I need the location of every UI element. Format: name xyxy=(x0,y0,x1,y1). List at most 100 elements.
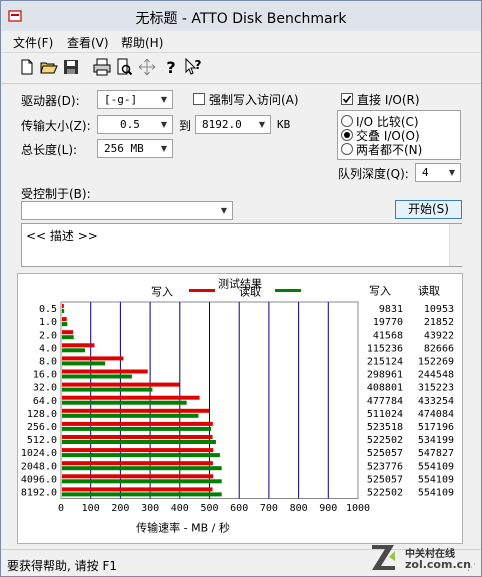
read-bar xyxy=(62,440,216,444)
read-bar xyxy=(62,374,132,379)
write-bar xyxy=(62,435,213,439)
resize-grip-icon[interactable]: ⋰ xyxy=(467,563,479,575)
save-icon[interactable] xyxy=(61,57,81,77)
read-value-label: 10953 xyxy=(424,304,454,315)
chevron-down-icon: ▼ xyxy=(160,95,168,104)
y-tick-label: 2048.0 xyxy=(21,461,57,472)
context-help-icon[interactable]: ? xyxy=(183,57,203,77)
neither-label: 两者都不(N) xyxy=(356,143,423,157)
y-tick-label: 256.0 xyxy=(27,422,57,433)
transfer-to-select[interactable]: 8192.0 ▼ xyxy=(195,115,271,134)
read-value-label: 554109 xyxy=(418,474,454,485)
y-tick-label: 4.0 xyxy=(39,343,57,354)
legend-write-label: 写入 xyxy=(151,285,173,298)
zol-logo-icon xyxy=(372,545,395,570)
total-length-value: 256 MB xyxy=(104,142,144,155)
read-bar xyxy=(62,426,212,431)
controlled-by-select[interactable]: ▼ xyxy=(21,201,233,220)
watermark-url: zol.com.cn xyxy=(405,558,471,571)
read-value-label: 315223 xyxy=(418,383,454,394)
x-tick-label: 400 xyxy=(171,503,189,514)
read-bar xyxy=(62,309,65,313)
svg-text:?: ? xyxy=(166,58,175,77)
queue-depth-label: 队列深度(Q): xyxy=(338,167,409,181)
open-icon[interactable] xyxy=(39,57,59,77)
write-value-label: 525057 xyxy=(367,474,403,485)
write-bar xyxy=(62,448,214,453)
x-tick-label: 900 xyxy=(319,503,337,514)
chevron-down-icon: ▼ xyxy=(220,206,228,215)
overlapped-io-radio[interactable] xyxy=(341,129,353,141)
write-value-label: 477784 xyxy=(367,396,403,407)
read-bar xyxy=(62,335,74,340)
controlled-by-label: 受控制于(B): xyxy=(21,187,91,201)
write-bar xyxy=(62,330,74,335)
read-bar xyxy=(62,387,153,392)
y-tick-label: 64.0 xyxy=(33,396,57,407)
write-value-label: 511024 xyxy=(367,409,403,420)
y-tick-label: 1.0 xyxy=(39,317,57,328)
drive-label: 驱动器(D): xyxy=(21,94,80,108)
move-icon[interactable] xyxy=(137,57,157,77)
new-icon[interactable] xyxy=(17,57,37,77)
y-tick-label: 128.0 xyxy=(27,409,57,420)
help-icon[interactable]: ? xyxy=(161,57,181,77)
queue-depth-select[interactable]: 4 ▼ xyxy=(415,163,461,182)
direct-io-label: 直接 I/O(R) xyxy=(357,93,420,107)
radio-dot-icon xyxy=(344,132,350,138)
print-icon[interactable] xyxy=(92,57,112,77)
x-axis-label: 传输速率 - MB / 秒 xyxy=(136,520,230,534)
write-value-label: 525057 xyxy=(367,448,403,459)
chevron-down-icon: ▼ xyxy=(160,144,168,153)
read-bar xyxy=(62,322,68,327)
chevron-down-icon: ▼ xyxy=(160,120,168,129)
write-value-label: 215124 xyxy=(367,356,403,367)
force-write-label: 强制写入访问(A) xyxy=(209,93,299,107)
transfer-size-label: 传输大小(Z): xyxy=(21,119,91,133)
description-text: << 描述 >> xyxy=(26,229,98,243)
io-compare-radio[interactable] xyxy=(341,115,353,127)
transfer-from-select[interactable]: 0.5 ▼ xyxy=(97,115,173,134)
read-value-label: 534199 xyxy=(418,435,454,446)
y-tick-label: 0.5 xyxy=(39,304,57,315)
write-bar xyxy=(62,317,67,322)
start-button[interactable]: 开始(S) xyxy=(395,200,462,219)
write-bar xyxy=(62,408,210,413)
window-title: 无标题 - ATTO Disk Benchmark xyxy=(135,11,347,27)
force-write-checkbox[interactable] xyxy=(193,93,205,105)
menu-help[interactable]: 帮助(H) xyxy=(121,34,163,51)
read-value-label: 21852 xyxy=(424,317,454,328)
description-scrollbar[interactable] xyxy=(449,224,462,266)
print-preview-icon[interactable] xyxy=(114,57,134,77)
y-tick-label: 8192.0 xyxy=(21,487,57,498)
x-tick-label: 500 xyxy=(200,503,218,514)
read-bar xyxy=(62,466,222,471)
read-value-label: 433254 xyxy=(418,396,454,407)
read-value-label: 43922 xyxy=(424,330,454,341)
read-bar xyxy=(62,361,106,366)
x-tick-label: 200 xyxy=(111,503,129,514)
menu-view[interactable]: 查看(V) xyxy=(67,34,109,51)
description-box[interactable]: << 描述 >> xyxy=(21,223,462,267)
read-value-label: 547827 xyxy=(418,448,454,459)
write-value-label: 298961 xyxy=(367,370,403,381)
y-tick-label: 2.0 xyxy=(39,330,57,341)
x-tick-label: 300 xyxy=(141,503,159,514)
chevron-down-icon: ▼ xyxy=(448,168,456,177)
read-bar xyxy=(62,453,220,458)
read-value-label: 82666 xyxy=(424,343,454,354)
drive-select[interactable]: [-g-] ▼ xyxy=(97,90,173,109)
write-bar xyxy=(62,395,200,400)
direct-io-checkbox[interactable] xyxy=(341,93,353,105)
read-value-label: 244548 xyxy=(418,370,454,381)
read-bar xyxy=(62,479,222,484)
menu-file[interactable]: 文件(F) xyxy=(13,34,53,51)
total-length-select[interactable]: 256 MB ▼ xyxy=(97,139,173,158)
write-bar xyxy=(62,474,214,479)
svg-text:?: ? xyxy=(195,58,202,72)
read-bar xyxy=(62,400,187,405)
write-value-label: 408801 xyxy=(367,383,403,394)
transfer-to-value: 8192.0 xyxy=(202,118,242,131)
queue-depth-value: 4 xyxy=(422,166,429,179)
neither-radio[interactable] xyxy=(341,143,353,155)
